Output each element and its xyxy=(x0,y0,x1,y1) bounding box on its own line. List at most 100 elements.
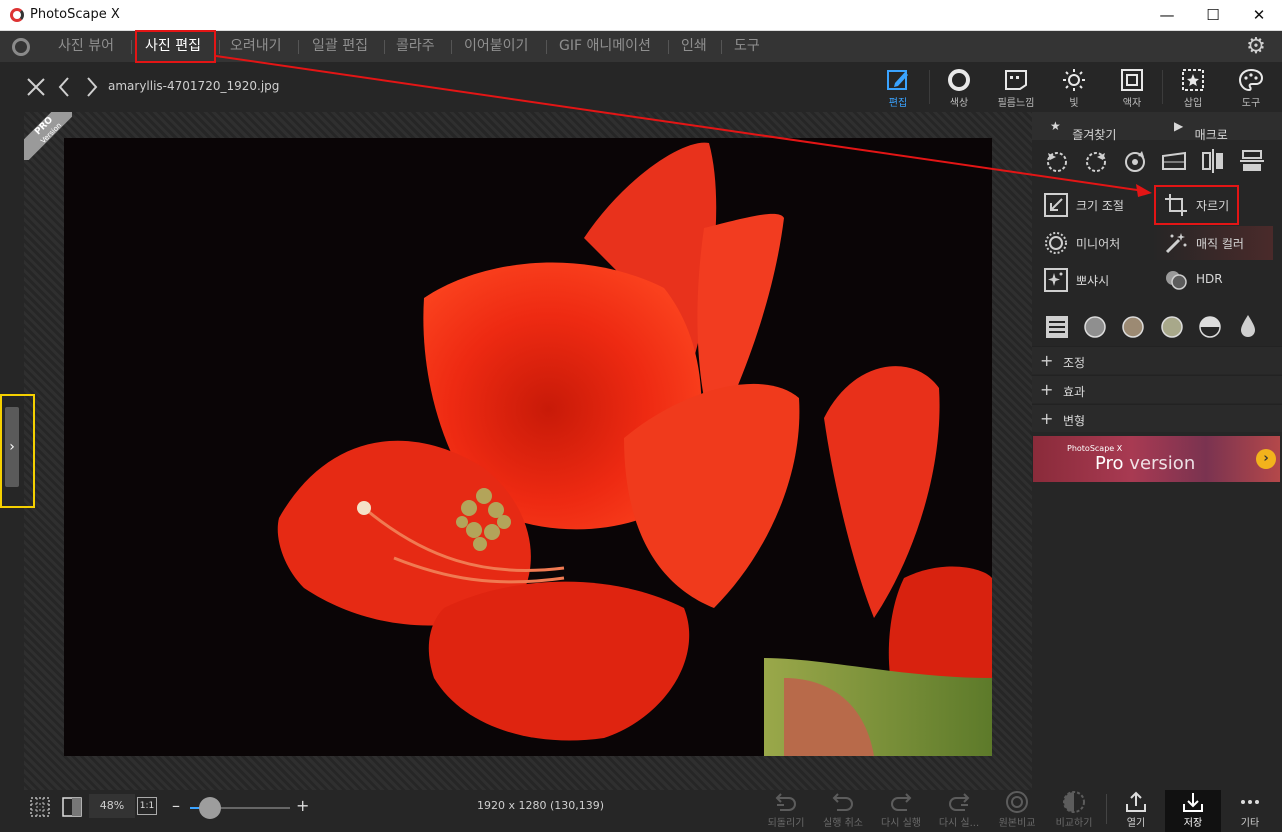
tool-color-label: 색상 xyxy=(949,98,969,109)
redo-all-button[interactable]: 다시 실... xyxy=(931,790,987,832)
photoscape-window: { "window": { "title": "PhotoScape X", "… xyxy=(0,0,1282,832)
more-button[interactable]: 기타 xyxy=(1222,790,1278,832)
tool-light-label: 빛 xyxy=(1069,98,1079,109)
menu-separator xyxy=(721,40,722,54)
list-lines-icon[interactable] xyxy=(1046,316,1068,338)
rotate-left-icon[interactable] xyxy=(1044,148,1070,174)
editor-toolbar: amaryllis-4701720_1920.jpg 편집 색상 필름느낌 빛 … xyxy=(0,62,1282,112)
menu-gif-animation[interactable]: GIF 애니메이션 xyxy=(559,31,651,62)
redo-button[interactable]: 다시 실행 xyxy=(873,790,929,832)
original-compare-button[interactable]: 원본비교 xyxy=(989,790,1045,832)
pro-version-banner[interactable]: PhotoScape X Pro version › xyxy=(1033,436,1280,482)
magic-wand-icon xyxy=(1165,233,1187,254)
section-adjust[interactable]: + 조정 xyxy=(1032,346,1282,374)
open-button[interactable]: 열기 xyxy=(1108,790,1164,832)
favorites-label: 즐겨찾기 xyxy=(1072,128,1117,142)
tool-frame-label: 액자 xyxy=(1122,98,1142,109)
minimize-button[interactable]: — xyxy=(1144,0,1190,31)
toolbar-separator xyxy=(1162,70,1163,104)
original-compare-icon xyxy=(1006,791,1028,813)
flip-vertical-icon[interactable] xyxy=(1239,148,1265,174)
revert-button[interactable]: 되돌리기 xyxy=(758,790,814,832)
revert-icon xyxy=(775,793,796,811)
save-label: 저장 xyxy=(1183,818,1203,829)
bokeh-button[interactable]: 뽀샤시 xyxy=(1032,263,1152,297)
menu-print[interactable]: 인쇄 xyxy=(681,31,707,62)
tool-edit[interactable]: 편집 xyxy=(870,62,926,112)
zoom-slider-knob[interactable] xyxy=(199,797,221,819)
tool-film[interactable]: 필름느낌 xyxy=(988,62,1044,112)
hdr-button[interactable]: HDR xyxy=(1152,263,1272,297)
zoom-percentage[interactable]: 48% xyxy=(89,794,135,818)
rotate-right-icon[interactable] xyxy=(1083,148,1109,174)
tool-tools[interactable]: 도구 xyxy=(1223,62,1279,112)
favorites-tab[interactable]: ★ 즐겨찾기 xyxy=(1050,119,1116,142)
grid-select-icon[interactable] xyxy=(30,797,50,817)
resize-label: 크기 조절 xyxy=(1076,199,1124,213)
close-window-button[interactable]: ✕ xyxy=(1236,0,1282,31)
tool-edit-label: 편집 xyxy=(888,98,908,109)
compare-button[interactable]: 비교하기 xyxy=(1046,790,1102,832)
menu-cut-out[interactable]: 오려내기 xyxy=(230,31,282,62)
miniature-button[interactable]: 미니어처 xyxy=(1032,226,1152,260)
tool-insert-label: 삽입 xyxy=(1183,98,1203,109)
original-compare-label: 원본비교 xyxy=(998,818,1036,829)
title-bar: PhotoScape X — ☐ ✕ xyxy=(0,0,1282,31)
macro-tab[interactable]: ▶ 매크로 xyxy=(1174,119,1228,142)
tool-color[interactable]: 색상 xyxy=(931,62,987,112)
section-effects[interactable]: + 효과 xyxy=(1032,375,1282,403)
menu-combine[interactable]: 이어붙이기 xyxy=(464,31,528,62)
compare-label: 비교하기 xyxy=(1055,818,1093,829)
download-save-icon xyxy=(1183,793,1203,812)
menu-batch-edit[interactable]: 일괄 편집 xyxy=(312,31,368,62)
tool-light[interactable]: 빛 xyxy=(1046,62,1102,112)
macro-label: 매크로 xyxy=(1194,128,1228,142)
actual-size-button[interactable]: 1:1 xyxy=(137,797,157,815)
previous-image-icon[interactable] xyxy=(58,77,70,97)
rotate-custom-icon[interactable] xyxy=(1122,148,1148,174)
maximize-button[interactable]: ☐ xyxy=(1190,0,1236,31)
save-button[interactable]: 저장 xyxy=(1165,790,1221,832)
magic-color-button[interactable]: 매직 컬러 xyxy=(1152,226,1273,260)
next-image-icon[interactable] xyxy=(86,77,98,97)
menu-photo-viewer[interactable]: 사진 뷰어 xyxy=(58,31,114,62)
image-dimensions: 1920 x 1280 (130,139) xyxy=(477,799,605,812)
redo-icon xyxy=(891,793,912,811)
palette-icon xyxy=(1238,68,1264,92)
section-transform-label: 변형 xyxy=(1063,414,1086,428)
section-transform[interactable]: + 변형 xyxy=(1032,404,1282,432)
light-sun-icon xyxy=(1063,69,1085,91)
settings-gear-icon[interactable]: ⚙ xyxy=(1244,35,1268,59)
filter-olive-icon[interactable] xyxy=(1161,316,1183,338)
resize-button[interactable]: 크기 조절 xyxy=(1032,188,1152,222)
hdr-label: HDR xyxy=(1196,272,1223,286)
flip-horizontal-icon[interactable] xyxy=(1200,148,1226,174)
home-logo-icon[interactable] xyxy=(12,38,30,56)
frame-icon xyxy=(1121,69,1143,91)
menu-separator xyxy=(131,40,132,54)
insert-star-icon xyxy=(1182,69,1204,91)
straighten-icon[interactable] xyxy=(1161,148,1187,174)
tool-insert[interactable]: 삽입 xyxy=(1165,62,1221,112)
filter-half-icon[interactable] xyxy=(1199,316,1221,338)
menu-collage[interactable]: 콜라주 xyxy=(396,31,435,62)
edited-photo[interactable] xyxy=(64,138,992,756)
undo-button[interactable]: 실행 취소 xyxy=(815,790,871,832)
zoom-out-icon[interactable]: – xyxy=(172,796,180,815)
filter-sepia-icon[interactable] xyxy=(1122,316,1144,338)
drop-icon[interactable] xyxy=(1239,314,1257,338)
film-icon xyxy=(1005,70,1027,90)
redo-label: 다시 실행 xyxy=(881,818,921,829)
zoom-in-icon[interactable]: + xyxy=(296,796,309,815)
file-name: amaryllis-4701720_1920.jpg xyxy=(108,79,280,93)
toolbar-separator xyxy=(929,70,930,104)
compare-split-icon[interactable] xyxy=(62,797,82,817)
tool-film-label: 필름느낌 xyxy=(997,98,1035,109)
close-image-icon[interactable] xyxy=(27,78,45,96)
edit-pencil-icon xyxy=(887,70,908,90)
annotation-yellow-box xyxy=(0,394,35,508)
menu-tools[interactable]: 도구 xyxy=(734,31,760,62)
app-logo-icon xyxy=(10,8,24,22)
filter-gray-icon[interactable] xyxy=(1084,316,1106,338)
tool-frame[interactable]: 액자 xyxy=(1104,62,1160,112)
